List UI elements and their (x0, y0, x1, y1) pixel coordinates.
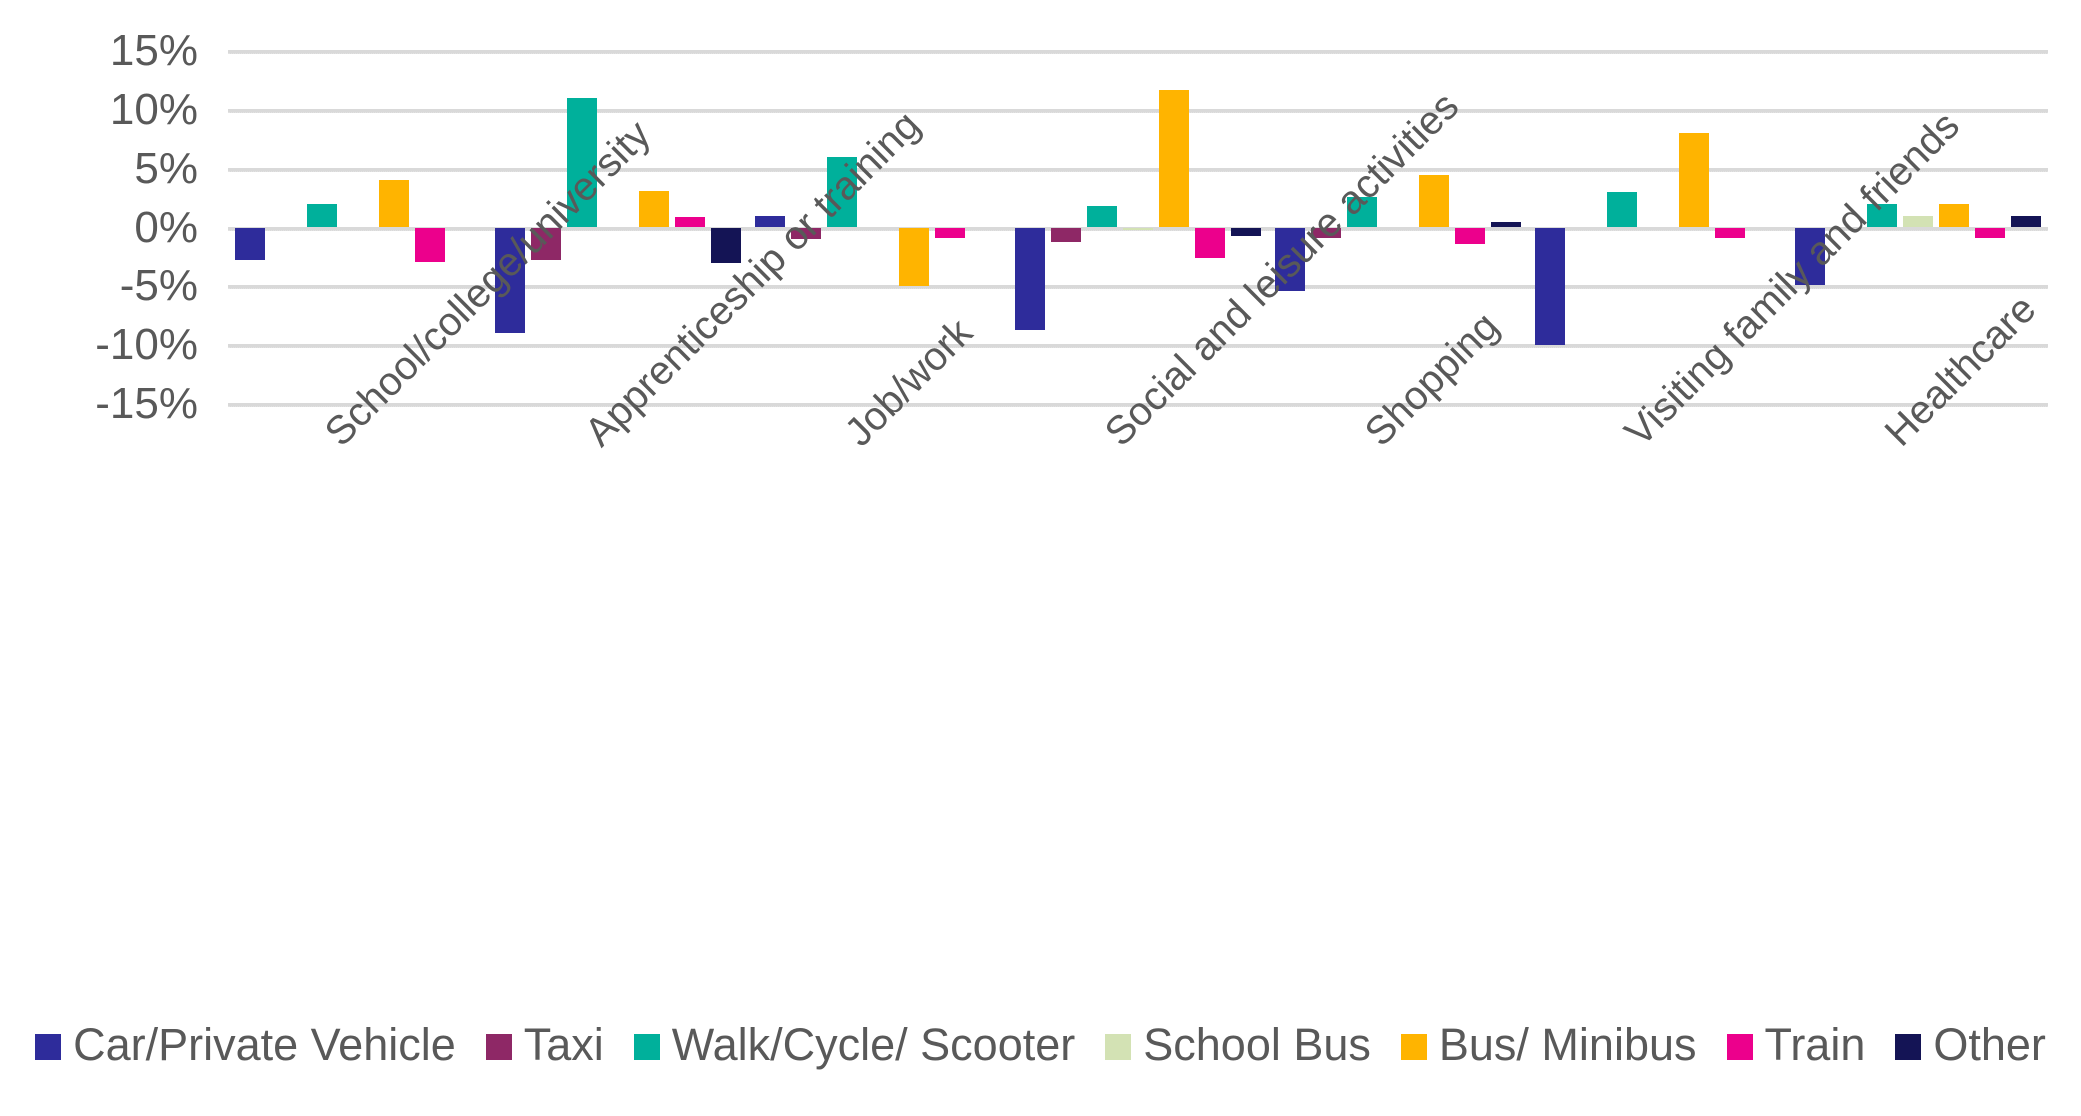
legend-swatch-icon (1895, 1033, 1922, 1060)
legend-item[interactable]: Taxi (485, 1019, 604, 1070)
chart-legend: Car/Private Vehicle Taxi Walk/Cycle/ Scoot… (0, 1022, 2081, 1067)
bar (1231, 227, 1261, 236)
y-axis-tick-label: 5% (134, 143, 198, 193)
legend-swatch-icon (485, 1033, 512, 1060)
bar (307, 203, 337, 228)
bar (899, 227, 929, 287)
bar (235, 227, 265, 261)
legend-item[interactable]: Car/Private Vehicle (35, 1022, 456, 1067)
gridline (228, 344, 2048, 349)
bar (1455, 227, 1485, 244)
legend-item[interactable]: Train (1726, 1019, 1866, 1070)
legend-swatch-icon (1400, 1033, 1427, 1060)
legend-item[interactable]: School Bus (1105, 1022, 1371, 1067)
y-axis-tick-label: -15% (95, 379, 198, 428)
legend-item-label: Walk/Cycle/ Scooter (671, 1019, 1076, 1070)
bar (1419, 174, 1449, 228)
legend-swatch-icon (1105, 1033, 1132, 1060)
gridline (228, 167, 2048, 172)
legend-item[interactable]: Bus/ Minibus (1400, 1019, 1697, 1070)
legend-swatch-icon (1726, 1033, 1753, 1060)
legend-item[interactable]: Walk/Cycle/ Scooter (633, 1019, 1076, 1070)
legend-item-label: Taxi (523, 1019, 604, 1070)
y-axis-tick-label: 15% (109, 26, 198, 75)
bar (1195, 227, 1225, 259)
bar (675, 216, 705, 228)
bar (711, 227, 741, 263)
bar (1087, 206, 1117, 228)
legend-swatch-icon (633, 1033, 660, 1060)
legend-item-label: Bus/ Minibus (1438, 1019, 1697, 1070)
legend-item-label: Car/Private Vehicle (73, 1019, 456, 1070)
bar (1607, 192, 1637, 228)
bar (1015, 227, 1045, 330)
gridline (228, 50, 2048, 54)
legend-item-label: Other (1933, 1019, 2046, 1070)
bar (415, 227, 445, 262)
bar (1679, 133, 1709, 228)
bar (1123, 227, 1153, 230)
bar (1051, 227, 1081, 242)
bar (639, 191, 669, 228)
y-axis-tick-label: -5% (119, 261, 198, 311)
bar (935, 227, 965, 239)
bar (1939, 203, 1969, 228)
bar-chart: 15% 10% 5% 0% -5% -10% -15% School/college/uni… (0, 0, 2081, 1116)
y-axis-tick-label: -10% (95, 320, 198, 370)
y-axis-tick-label: 10% (109, 84, 198, 134)
legend-item[interactable]: Other (1895, 1022, 2046, 1067)
bar (1159, 89, 1189, 228)
gridline (228, 108, 2048, 113)
bar (1903, 215, 1933, 228)
bar (1491, 221, 1521, 228)
bar (1715, 227, 1745, 239)
legend-item-label: School Bus (1143, 1019, 1371, 1070)
bar (379, 180, 409, 228)
bar (2011, 215, 2041, 228)
legend-swatch-icon (35, 1033, 62, 1060)
bar (1975, 227, 2005, 239)
y-axis-tick-label: 0% (134, 202, 198, 252)
legend-item-label: Train (1764, 1019, 1866, 1070)
bar (1535, 227, 1565, 346)
